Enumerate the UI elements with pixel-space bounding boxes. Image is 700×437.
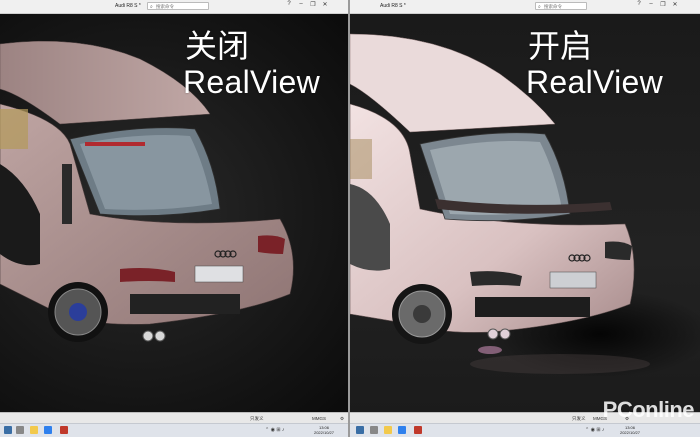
close-button[interactable]: ✕: [321, 1, 329, 8]
taskbar: ⌃ ◉ ⊞ ♪ 13:06 2022/10/27: [350, 423, 700, 437]
settings-icon[interactable]: ⚙: [340, 416, 344, 422]
search-icon: ⌕: [538, 4, 541, 10]
windows-start-icon[interactable]: [4, 426, 12, 434]
model-viewport[interactable]: 开启 RealView: [350, 14, 700, 413]
help-icon[interactable]: ?: [285, 1, 293, 8]
window-left-realview-off: Audi R8 S * ⌕ 搜索命令 ? – ❐ ✕ 关闭 RealView 只…: [0, 0, 348, 437]
title-bar: Audi R8 S * ⌕ 搜索命令 ? – ❐ ✕: [0, 0, 348, 14]
explorer-icon[interactable]: [30, 426, 38, 434]
window-right-realview-on: Audi R8 S * ⌕ 搜索命令 ? – ❐ ✕ 开启 RealView 只…: [350, 0, 700, 437]
tray-icons[interactable]: ⌃ ◉ ⊞ ♪: [585, 427, 604, 433]
title-bar: Audi R8 S * ⌕ 搜索命令 ? – ❐ ✕: [350, 0, 700, 14]
status-text: 只发义: [250, 416, 264, 421]
help-icon[interactable]: ?: [635, 1, 643, 8]
clock[interactable]: 13:06 2022/10/27: [618, 425, 642, 435]
search-input[interactable]: ⌕ 搜索命令: [147, 2, 209, 10]
windows-start-icon[interactable]: [356, 426, 364, 434]
browser-icon[interactable]: [44, 426, 52, 434]
minimize-button[interactable]: –: [297, 1, 305, 8]
browser-icon[interactable]: [398, 426, 406, 434]
window-controls: ? – ❐ ✕: [285, 1, 329, 8]
window-title: Audi R8 S *: [380, 3, 406, 9]
overlay-title-cn: 开启: [528, 27, 593, 65]
taskbar: ⌃ ◉ ⊞ ♪ 13:06 2022/10/27: [0, 423, 348, 437]
restore-button[interactable]: ❐: [309, 1, 317, 8]
window-controls: ? – ❐ ✕: [635, 1, 679, 8]
overlay-title-cn: 关闭: [185, 27, 250, 65]
restore-button[interactable]: ❐: [659, 1, 667, 8]
solidworks-icon[interactable]: [60, 426, 68, 434]
watermark-logo: PConline: [602, 397, 695, 422]
tray-icons[interactable]: ⌃ ◉ ⊞ ♪: [265, 427, 284, 433]
clock[interactable]: 13:06 2022/10/27: [312, 425, 336, 435]
search-taskbar-icon[interactable]: [370, 426, 378, 434]
status-text: 只发义: [572, 416, 586, 421]
overlay-title-en: RealView: [526, 64, 663, 100]
close-button[interactable]: ✕: [671, 1, 679, 8]
explorer-icon[interactable]: [384, 426, 392, 434]
overlay-title-en: RealView: [183, 64, 320, 100]
window-title: Audi R8 S *: [115, 3, 141, 9]
search-icon: ⌕: [150, 4, 153, 10]
minimize-button[interactable]: –: [647, 1, 655, 8]
solidworks-icon[interactable]: [414, 426, 422, 434]
search-taskbar-icon[interactable]: [16, 426, 24, 434]
unit-system[interactable]: MMGS: [312, 416, 326, 421]
search-input[interactable]: ⌕ 搜索命令: [535, 2, 587, 10]
model-viewport[interactable]: 关闭 RealView: [0, 14, 348, 413]
